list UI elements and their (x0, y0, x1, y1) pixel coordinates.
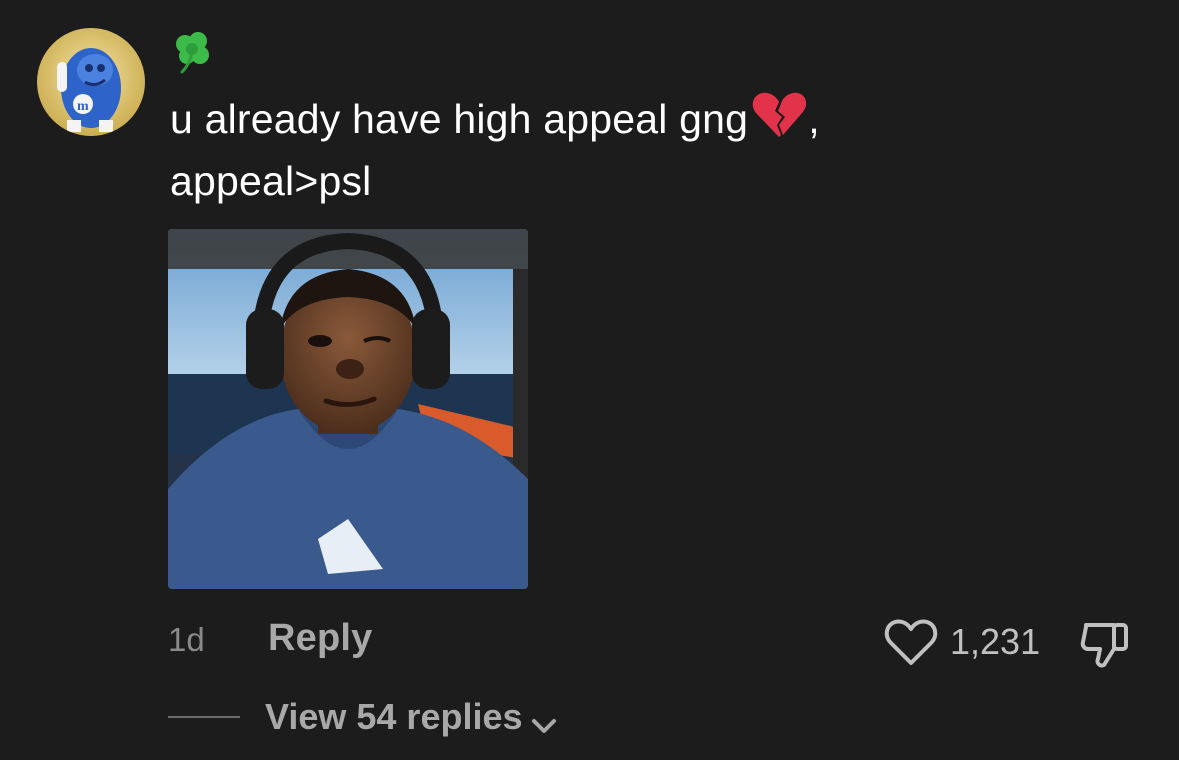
replies-divider (168, 716, 240, 718)
username[interactable] (168, 28, 218, 78)
avatar-image: m (37, 28, 145, 136)
reply-button[interactable]: Reply (268, 617, 372, 660)
view-replies-label: View 54 replies (265, 696, 523, 737)
photo-person-headphones (168, 229, 528, 589)
like-count: 1,231 (950, 621, 1041, 662)
view-replies-button[interactable]: View 54 replies (265, 696, 559, 738)
broken-heart-icon (750, 91, 808, 141)
comment-line-1-suffix: , (808, 96, 820, 142)
comment-line-1-text: u already have high appeal gng (170, 96, 749, 142)
svg-text:m: m (77, 99, 89, 114)
user-avatar[interactable]: m (37, 28, 145, 136)
comment-line-2: appeal>psl (170, 158, 372, 204)
heart-outline-icon[interactable] (884, 619, 938, 667)
attached-image[interactable] (168, 229, 528, 589)
comment-actions: 1d Reply 1,231 (0, 605, 1179, 675)
thumbs-down-icon[interactable] (1078, 617, 1134, 673)
view-replies-row: View 54 replies (0, 690, 1179, 744)
shamrock-icon (176, 32, 209, 74)
comment-text: u already have high appeal gng , appeal>… (170, 88, 970, 212)
comment-timestamp: 1d (168, 621, 205, 658)
comment-item: m u already have high appeal gng , appea… (0, 0, 1179, 760)
comment-line-1: u already have high appeal gng , (170, 88, 970, 150)
chevron-down-icon (529, 705, 559, 733)
